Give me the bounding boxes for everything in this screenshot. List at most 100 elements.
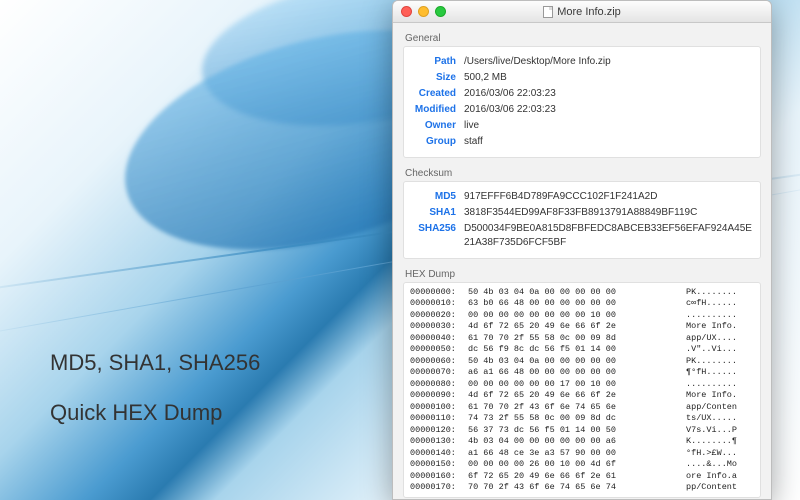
hex-row: 00000130:4b 03 04 00 00 00 00 00 00 a6K.… (410, 436, 754, 447)
minimize-icon[interactable] (418, 6, 429, 17)
hex-row: 00000040:61 70 70 2f 55 58 0c 00 09 8dap… (410, 333, 754, 344)
promo-headline-1: MD5, SHA1, SHA256 (50, 350, 260, 376)
hex-row: 00000170:70 70 2f 43 6f 6e 74 65 6e 74pp… (410, 482, 754, 493)
hex-bytes: 70 70 2f 43 6f 6e 74 65 6e 74 (468, 482, 686, 493)
hex-row: 00000090:4d 6f 72 65 20 49 6e 66 6f 2eMo… (410, 390, 754, 401)
row-size: Size 500,2 MB (412, 71, 752, 85)
row-created: Created 2016/03/06 22:03:23 (412, 87, 752, 101)
value-sha256: D500034F9BE0A815D8FBFEDC8ABCEB33EF56EFAF… (464, 222, 752, 250)
hex-ascii: More Info. (686, 321, 754, 332)
value-modified: 2016/03/06 22:03:23 (464, 103, 556, 117)
value-group: staff (464, 135, 483, 149)
value-size: 500,2 MB (464, 71, 507, 85)
value-created: 2016/03/06 22:03:23 (464, 87, 556, 101)
hex-row: 00000160:6f 72 65 20 49 6e 66 6f 2e 61or… (410, 471, 754, 482)
row-sha1: SHA1 3818F3544ED99AF8F33FB8913791A88849B… (412, 206, 752, 220)
hex-row: 00000150:00 00 00 00 26 00 10 00 4d 6f..… (410, 459, 754, 470)
close-icon[interactable] (401, 6, 412, 17)
hex-row: 00000070:a6 a1 66 48 00 00 00 00 00 00¶°… (410, 367, 754, 378)
hex-ascii: More Info. (686, 390, 754, 401)
hex-row: 00000110:74 73 2f 55 58 0c 00 09 8d dcts… (410, 413, 754, 424)
hex-offset: 00000000: (410, 287, 468, 298)
hex-offset: 00000170: (410, 482, 468, 493)
hex-bytes: 61 70 70 2f 55 58 0c 00 09 8d (468, 333, 686, 344)
hex-bytes: 50 4b 03 04 0a 00 00 00 00 00 (468, 287, 686, 298)
titlebar[interactable]: More Info.zip (393, 1, 771, 23)
hex-offset: 00000150: (410, 459, 468, 470)
hex-ascii: .......... (686, 379, 754, 390)
hex-ascii: ts/UX..... (686, 413, 754, 424)
hex-bytes: dc 56 f9 8c dc 56 f5 01 14 00 (468, 344, 686, 355)
label-size: Size (412, 71, 464, 85)
row-path: Path /Users/live/Desktop/More Info.zip (412, 55, 752, 69)
hex-row: 00000030:4d 6f 72 65 20 49 6e 66 6f 2eMo… (410, 321, 754, 332)
hex-ascii: ore Info.a (686, 471, 754, 482)
section-general-label: General (405, 33, 761, 44)
hex-offset: 00000060: (410, 356, 468, 367)
hex-bytes: 00 00 00 00 00 00 17 00 10 00 (468, 379, 686, 390)
document-icon (543, 6, 553, 18)
hex-offset: 00000110: (410, 413, 468, 424)
hex-ascii: °fH.>£W... (686, 448, 754, 459)
label-modified: Modified (412, 103, 464, 117)
traffic-lights (393, 6, 446, 17)
hex-bytes: 4d 6f 72 65 20 49 6e 66 6f 2e (468, 390, 686, 401)
hex-bytes: 56 37 73 dc 56 f5 01 14 00 50 (468, 425, 686, 436)
hex-ascii: c∞fH...... (686, 298, 754, 309)
hex-ascii: PK........ (686, 356, 754, 367)
hex-ascii: ....&...Mo (686, 459, 754, 470)
zoom-icon[interactable] (435, 6, 446, 17)
hex-ascii: app/UX.... (686, 333, 754, 344)
hex-row: 00000000:50 4b 03 04 0a 00 00 00 00 00PK… (410, 287, 754, 298)
hex-offset: 00000030: (410, 321, 468, 332)
hex-offset: 00000160: (410, 471, 468, 482)
label-sha1: SHA1 (412, 206, 464, 220)
hex-row: 00000060:50 4b 03 04 0a 00 00 00 00 00PK… (410, 356, 754, 367)
hex-offset: 00000120: (410, 425, 468, 436)
hex-offset: 00000040: (410, 333, 468, 344)
hex-offset: 00000090: (410, 390, 468, 401)
hex-dump-panel[interactable]: 00000000:50 4b 03 04 0a 00 00 00 00 00PK… (403, 282, 761, 498)
value-md5: 917EFFF6B4D789FA9CCC102F1F241A2D (464, 190, 657, 204)
window-title: More Info.zip (393, 6, 771, 18)
hex-row: 00000010:63 b0 66 48 00 00 00 00 00 00c∞… (410, 298, 754, 309)
section-hex-label: HEX Dump (405, 269, 761, 280)
checksum-panel: MD5 917EFFF6B4D789FA9CCC102F1F241A2D SHA… (403, 181, 761, 259)
hex-row: 00000140:a1 66 48 ce 3e a3 57 90 00 00°f… (410, 448, 754, 459)
hex-offset: 00000010: (410, 298, 468, 309)
hex-row: 00000100:61 70 70 2f 43 6f 6e 74 65 6eap… (410, 402, 754, 413)
hex-offset: 00000140: (410, 448, 468, 459)
label-sha256: SHA256 (412, 222, 464, 236)
promo-headline-2: Quick HEX Dump (50, 400, 222, 426)
hex-ascii: .......... (686, 310, 754, 321)
hex-ascii: app/Conten (686, 402, 754, 413)
hex-ascii: V7s.Vi...P (686, 425, 754, 436)
hex-bytes: 50 4b 03 04 0a 00 00 00 00 00 (468, 356, 686, 367)
hex-bytes: 74 73 2f 55 58 0c 00 09 8d dc (468, 413, 686, 424)
hex-ascii: K........¶ (686, 436, 754, 447)
row-group: Group staff (412, 135, 752, 149)
hex-offset: 00000100: (410, 402, 468, 413)
hex-offset: 00000130: (410, 436, 468, 447)
value-sha1: 3818F3544ED99AF8F33FB8913791A88849BF119C (464, 206, 697, 220)
hex-offset: 00000070: (410, 367, 468, 378)
section-checksum-label: Checksum (405, 168, 761, 179)
hex-bytes: a1 66 48 ce 3e a3 57 90 00 00 (468, 448, 686, 459)
window-title-text: More Info.zip (557, 6, 621, 18)
window-content: General Path /Users/live/Desktop/More In… (393, 23, 771, 499)
value-path: /Users/live/Desktop/More Info.zip (464, 55, 611, 69)
value-owner: live (464, 119, 479, 133)
hex-offset: 00000050: (410, 344, 468, 355)
hex-bytes: a6 a1 66 48 00 00 00 00 00 00 (468, 367, 686, 378)
row-sha256: SHA256 D500034F9BE0A815D8FBFEDC8ABCEB33E… (412, 222, 752, 250)
hex-bytes: 4d 6f 72 65 20 49 6e 66 6f 2e (468, 321, 686, 332)
hex-bytes: 00 00 00 00 26 00 10 00 4d 6f (468, 459, 686, 470)
hex-bytes: 61 70 70 2f 43 6f 6e 74 65 6e (468, 402, 686, 413)
hex-ascii: PK........ (686, 287, 754, 298)
hex-offset: 00000080: (410, 379, 468, 390)
label-group: Group (412, 135, 464, 149)
label-path: Path (412, 55, 464, 69)
hex-row: 00000080:00 00 00 00 00 00 17 00 10 00..… (410, 379, 754, 390)
label-owner: Owner (412, 119, 464, 133)
hex-bytes: 6f 72 65 20 49 6e 66 6f 2e 61 (468, 471, 686, 482)
